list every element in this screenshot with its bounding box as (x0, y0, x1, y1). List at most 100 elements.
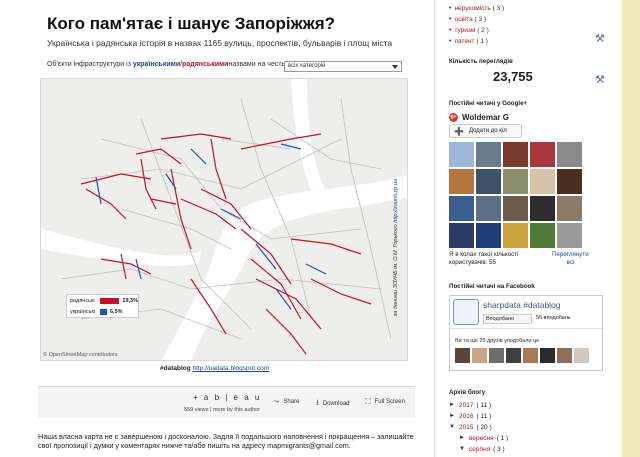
pageviews-title: Кількість переглядів (449, 58, 513, 65)
expand-icon[interactable]: ► (459, 433, 469, 444)
avatar[interactable] (476, 142, 501, 167)
archive-link[interactable]: 2016 (459, 411, 473, 422)
avatar[interactable] (557, 142, 582, 167)
archive-link[interactable]: 2017 (459, 400, 473, 411)
label-count: ( 3 ) (492, 5, 505, 12)
legend-bar (100, 308, 107, 315)
avatar[interactable] (523, 348, 538, 363)
avatar[interactable] (530, 223, 555, 248)
bullet-icon: • (449, 38, 452, 45)
expand-icon[interactable]: ► (449, 400, 459, 411)
avatar[interactable] (449, 142, 474, 167)
download-icon: ⭳ (316, 398, 319, 407)
avatar[interactable] (506, 348, 521, 363)
river-branch (41, 229, 201, 267)
avatar[interactable] (530, 169, 555, 194)
avatar[interactable] (449, 196, 474, 221)
share-label: Share (283, 399, 300, 405)
collapse-icon[interactable]: ▼ (449, 422, 459, 433)
label-link[interactable]: туризм (454, 27, 475, 34)
archive-count: ( 1 ) (496, 435, 509, 442)
map-credit-text: за даними ЗОУНБ ім. О.М. Горького (393, 222, 399, 317)
archive-count: ( 20 ) (476, 424, 492, 431)
add-person-icon: ➕ (454, 126, 464, 136)
avatar[interactable] (540, 348, 555, 363)
collapse-icon[interactable]: ▼ (459, 444, 469, 455)
avatar[interactable] (557, 223, 582, 248)
view-all-link[interactable]: Переглянути всі (552, 251, 589, 267)
tableau-toolbar: + a b | e a u 559 views | more by this a… (38, 386, 415, 418)
facebook-title: Постійні читачі на Facebook (449, 283, 535, 290)
gplus-profile[interactable]: g+ Woldemar G (449, 113, 509, 122)
tableau-logo[interactable]: + a b | e a u (193, 393, 261, 402)
legend-row-ukrainian: українські 6,5% (67, 306, 138, 317)
datablog-tag: #datablog (160, 365, 191, 372)
avatar[interactable] (557, 348, 572, 363)
avatar[interactable] (503, 169, 528, 194)
facebook-like-button[interactable]: Вподобано (483, 314, 532, 324)
avatar[interactable] (557, 196, 582, 221)
legend-bar (99, 297, 120, 304)
map-legend: радянські 19,3% українські 6,5% (66, 294, 139, 318)
filter-prefix: Об'єкти інфраструктури із (47, 61, 131, 68)
street-map[interactable]: радянські 19,3% українські 6,5% © OpenSt… (40, 78, 408, 361)
tableau-views[interactable]: 559 views | more by this author (184, 407, 260, 413)
expand-icon[interactable]: ► (449, 411, 459, 422)
datablog-link[interactable]: http://uadata.blogspot.com (193, 365, 270, 372)
avatar[interactable] (476, 169, 501, 194)
label-link[interactable]: патент (454, 38, 474, 45)
archive-item: ► 2017( 11 ) (449, 400, 508, 411)
map-attribution[interactable]: © OpenStreetMap contributors (43, 352, 118, 358)
label-item: • туризм ( 2 ) (449, 25, 504, 36)
gplus-stats-line: користувачів: 55 (449, 259, 496, 266)
archive-link[interactable]: 2015 (459, 422, 473, 433)
avatar[interactable] (574, 348, 589, 363)
label-count: ( 2 ) (477, 27, 489, 34)
avatar[interactable] (530, 196, 555, 221)
page-logo-icon[interactable] (453, 299, 479, 325)
avatar[interactable] (449, 223, 474, 248)
share-button[interactable]: ⤳ Share (273, 397, 299, 407)
facebook-page-name[interactable]: sharpdata #datablog (483, 300, 561, 310)
avatar[interactable] (503, 142, 528, 167)
legend-label: радянські (70, 297, 95, 304)
avatar[interactable] (472, 348, 487, 363)
avatar[interactable] (449, 169, 474, 194)
edit-widget-icon[interactable]: ⚒ (595, 32, 605, 45)
label-item: • освіта ( 3 ) (449, 14, 504, 25)
add-to-circles-button[interactable]: ➕ Додати до кіл (449, 124, 522, 138)
gplus-stats: Я в колах такої кількості користувачів: … (449, 251, 518, 267)
avatar[interactable] (489, 348, 504, 363)
river (162, 175, 407, 360)
download-label: Download (322, 401, 350, 407)
archive-item: ► вересня( 1 ) (449, 433, 508, 444)
gplus-name: Woldemar G (462, 113, 509, 122)
like-label: Вподобано (486, 316, 515, 322)
filter-ukr: українськими (132, 61, 181, 68)
add-to-circles-label: Додати до кіл (468, 128, 507, 134)
label-link[interactable]: освіта (454, 16, 472, 23)
view-all-line: Переглянути (552, 251, 589, 258)
fullscreen-button[interactable]: ⛶ Full Screen (365, 397, 405, 407)
avatar[interactable] (530, 142, 555, 167)
post-body: Наша власна карта не є завершеною і доск… (38, 432, 414, 450)
archive-link[interactable]: вересня (469, 433, 494, 444)
legend-value: 6,5% (110, 308, 123, 315)
avatar[interactable] (455, 348, 470, 363)
legend-value: 19,3% (122, 297, 138, 304)
archive-count: ( 3 ) (493, 446, 505, 453)
facebook-like-count: 56 вподобань (536, 315, 571, 321)
map-credit-link[interactable]: http://zounb.zp.ua (393, 179, 399, 223)
archive-link[interactable]: серпня (469, 444, 490, 455)
avatar[interactable] (476, 196, 501, 221)
map-credit: за даними ЗОУНБ ім. О.М. Горького http:/… (393, 179, 399, 316)
download-button[interactable]: ⭳ Download (316, 397, 350, 411)
avatar[interactable] (503, 223, 528, 248)
avatar[interactable] (503, 196, 528, 221)
avatar[interactable] (476, 223, 501, 248)
category-select[interactable]: всіх категорій (284, 61, 402, 72)
edit-widget-icon[interactable]: ⚒ (595, 73, 605, 86)
archive-item: ▼ 2015( 20 ) (449, 422, 508, 433)
avatar[interactable] (557, 169, 582, 194)
label-link[interactable]: нерухомість (454, 5, 490, 12)
